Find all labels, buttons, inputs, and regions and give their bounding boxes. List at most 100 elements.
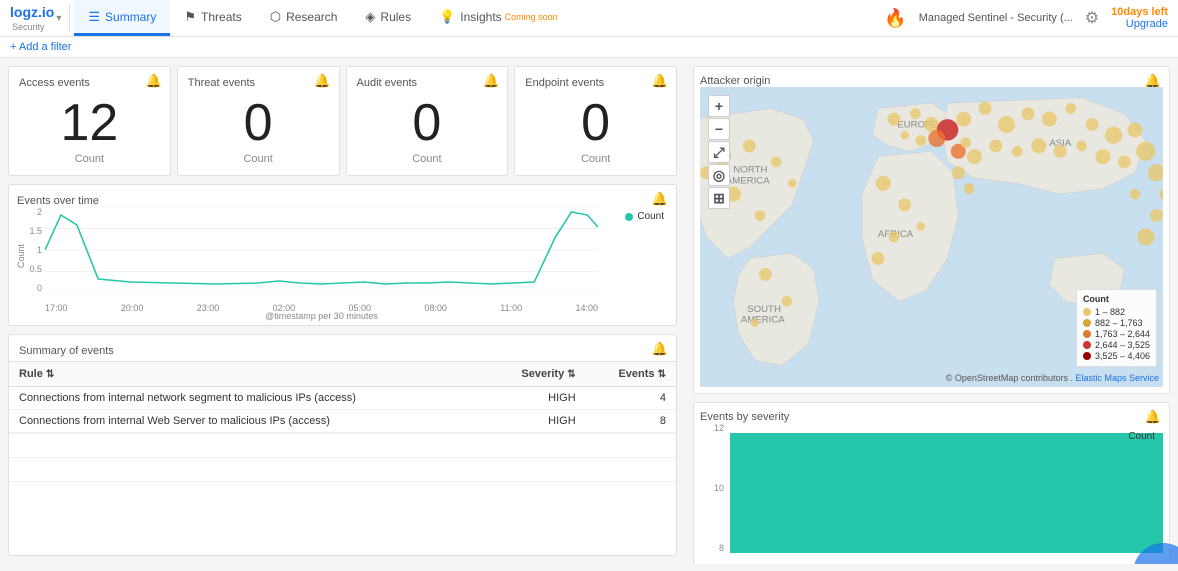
summary-table-container: Rule ⇅ Severity ⇅ Events ⇅ [9, 362, 676, 433]
col-rule-label: Rule [19, 368, 43, 380]
map-attribution: © OpenStreetMap contributors . Elastic M… [946, 373, 1159, 383]
nav-item-research[interactable]: ⬡ Research [256, 0, 352, 36]
y-axis-title: Count [16, 244, 26, 268]
table-row: Connections from internal network segmen… [9, 387, 676, 410]
severity-bar-high [730, 433, 1163, 553]
legend-color-5 [1083, 352, 1091, 360]
logo-sub: Security [12, 22, 45, 32]
upgrade-link[interactable]: Upgrade [1126, 18, 1168, 30]
threat-events-title: Threat events [188, 77, 255, 89]
map-container[interactable]: NORTH AMERICA SOUTH AMERICA AFRICA EUROP… [700, 87, 1163, 387]
severity-legend: Count [1116, 431, 1155, 442]
legend-color-3 [1083, 330, 1091, 338]
svg-text:AMERICA: AMERICA [741, 315, 785, 326]
nav-item-insights[interactable]: 💡 Insights Coming soon [425, 0, 572, 36]
endpoint-alarm-icon[interactable]: 🔔 [652, 73, 668, 89]
empty-row-2 [9, 457, 676, 481]
rule-sort-icon[interactable]: ⇅ [46, 369, 54, 380]
zoom-out-button[interactable]: − [708, 118, 730, 140]
legend-item-4: 2,644 – 3,525 [1083, 340, 1150, 350]
severity-legend-dot [1116, 433, 1124, 441]
threat-alarm-icon[interactable]: 🔔 [314, 73, 330, 89]
recenter-button[interactable]: ◎ [708, 164, 730, 186]
nav-item-rules-label: Rules [380, 10, 411, 24]
elastic-maps-link[interactable]: Elastic Maps Service [1075, 373, 1159, 383]
events-sort-icon[interactable]: ⇅ [658, 369, 666, 380]
nav-item-summary-label: Summary [105, 10, 156, 24]
col-events-label: Events [618, 368, 654, 380]
threats-icon: ⚑ [184, 9, 196, 25]
fire-icon: 🔥 [884, 8, 906, 29]
nav-item-threats[interactable]: ⚑ Threats [170, 0, 255, 36]
logo-dropdown-arrow[interactable]: ▾ [56, 13, 61, 24]
add-filter-button[interactable]: + Add a filter [10, 41, 71, 53]
cell-rule: Connections from internal network segmen… [9, 387, 486, 410]
audit-events-title: Audit events [357, 77, 418, 89]
severity-title: Events by severity [700, 411, 789, 423]
map-legend: Count 1 – 882 882 – 1,763 1,763 – 2,644 [1076, 289, 1157, 367]
summary-alarm-icon[interactable]: 🔔 [652, 341, 668, 357]
audit-events-label: Count [412, 153, 441, 165]
y-label-0-5: 0.5 [29, 264, 42, 274]
timestamp-label: @timestamp per 30 minutes [45, 311, 598, 321]
summary-of-events-panel: Summary of events 🔔 Rule ⇅ Severity [8, 334, 677, 556]
severity-sort-icon[interactable]: ⇅ [567, 369, 575, 380]
zoom-in-button[interactable]: + [708, 95, 730, 117]
metric-card-threat: Threat events 🔔 0 Count [177, 66, 340, 176]
nav-item-rules[interactable]: ◈ Rules [351, 0, 425, 36]
legend-count-label: Count [637, 211, 664, 222]
rules-icon: ◈ [365, 9, 375, 25]
layers-button[interactable]: ⊞ [708, 187, 730, 209]
insights-icon: 💡 [439, 9, 455, 25]
chart-legend: Count [625, 211, 664, 222]
cell-severity: HIGH [486, 410, 585, 433]
coming-soon-badge: Coming soon [505, 12, 558, 22]
logo-text: logz.io [10, 4, 54, 20]
legend-item-2: 882 – 1,763 [1083, 318, 1150, 328]
legend-item-1: 1 – 882 [1083, 307, 1150, 317]
severity-y-axis: 12 10 8 [700, 423, 728, 553]
threat-events-value: 0 [244, 97, 273, 149]
y-label-1: 1 [37, 245, 42, 255]
metric-card-endpoint: Endpoint events 🔔 0 Count [514, 66, 677, 176]
events-over-time-title: Events over time [17, 195, 99, 207]
nav-item-insights-label: Insights [460, 10, 501, 24]
events-over-time-panel: Events over time 🔔 2 1.5 1 0.5 0 Count [8, 184, 677, 326]
access-alarm-icon[interactable]: 🔔 [146, 73, 162, 89]
events-by-severity-panel: Events by severity 🔔 12 10 8 Count [693, 402, 1170, 564]
severity-legend-label: Count [1128, 431, 1155, 442]
col-rule: Rule ⇅ [9, 362, 486, 387]
legend-color-1 [1083, 308, 1091, 316]
metric-cards: Access events 🔔 12 Count Threat events 🔔… [8, 66, 677, 176]
legend-color-4 [1083, 341, 1091, 349]
metric-card-audit: Audit events 🔔 0 Count [346, 66, 509, 176]
cell-rule: Connections from internal Web Server to … [9, 410, 486, 433]
access-events-value: 12 [60, 97, 118, 149]
severity-chart: 12 10 8 Count [700, 423, 1163, 564]
nav-item-summary[interactable]: ☰ Summary [74, 0, 170, 36]
y-label-1-5: 1.5 [29, 226, 42, 236]
access-events-label: Count [75, 153, 104, 165]
col-events: Events ⇅ [586, 362, 676, 387]
legend-label-4: 2,644 – 3,525 [1095, 340, 1150, 350]
legend-color-2 [1083, 319, 1091, 327]
events-over-time-alarm[interactable]: 🔔 [652, 191, 668, 207]
gear-icon[interactable]: ⚙ [1085, 8, 1099, 28]
legend-title: Count [1083, 294, 1150, 304]
legend-label-3: 1,763 – 2,644 [1095, 329, 1150, 339]
legend-item-3: 1,763 – 2,644 [1083, 329, 1150, 339]
svg-text:AMERICA: AMERICA [726, 175, 770, 186]
nav-right: 🔥 Managed Sentinel - Security (... ⚙ 10d… [884, 6, 1168, 30]
empty-row-1 [9, 433, 676, 457]
nav-items: ☰ Summary ⚑ Threats ⬡ Research ◈ Rules 💡… [74, 0, 571, 36]
endpoint-events-label: Count [581, 153, 610, 165]
col-severity-label: Severity [521, 368, 564, 380]
main-layout: Access events 🔔 12 Count Threat events 🔔… [0, 58, 1178, 564]
right-panel: Attacker origin 🔔 [685, 58, 1178, 564]
y-label-0: 0 [37, 283, 42, 293]
fullscreen-button[interactable]: ⤢ [708, 141, 730, 163]
svg-text:NORTH: NORTH [733, 165, 767, 176]
access-events-title: Access events [19, 77, 90, 89]
summary-icon: ☰ [88, 9, 100, 25]
audit-alarm-icon[interactable]: 🔔 [483, 73, 499, 89]
